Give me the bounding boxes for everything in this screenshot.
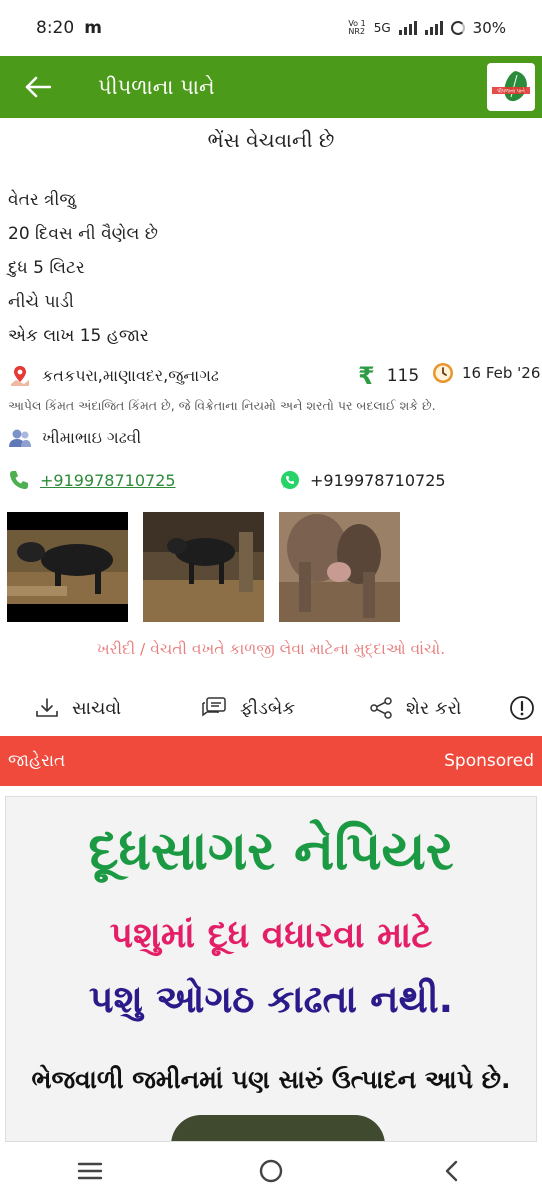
price-value: 115 [386, 366, 420, 386]
post-description: વેતર ત્રીજુ 20 દિવસ ની વૈણેલ છે દુધ 5 લિ… [8, 183, 158, 353]
ad-subline: પશુ ઓગઠ કાઢતા નથી. [88, 977, 454, 1021]
home-button[interactable] [241, 1142, 301, 1200]
buffalo-photo-2 [143, 512, 264, 622]
save-button[interactable]: સાચવો [34, 688, 121, 728]
ad-banner[interactable]: દૂધસાગર નેપિયર પશુમાં દૂધ વધારવા માટે પશ… [5, 796, 537, 1142]
phone-icon [10, 471, 28, 489]
description-line: વેતર ત્રીજુ [8, 190, 76, 210]
app-bar: પીપળાના પાને પીપળાના પાને [0, 56, 542, 118]
system-back-button[interactable] [422, 1142, 482, 1200]
rupee-icon: ₹ [358, 362, 375, 390]
leaf-logo-icon: પીપળાના પાને [489, 65, 533, 109]
photo-gallery [7, 512, 400, 622]
volte-indicator: Vo 1 NR2 [348, 19, 366, 36]
seller-row: ખીમાભાઇ ગઢવી [0, 424, 542, 452]
report-button[interactable] [509, 688, 535, 728]
photo-thumbnail[interactable] [143, 512, 264, 622]
status-time: 8:20 [36, 18, 75, 38]
alert-icon [510, 696, 534, 720]
status-bar: 8:20 m Vo 1 NR2 5G 30% [0, 0, 542, 56]
whatsapp-number: +919978710725 [310, 470, 446, 490]
arrow-left-icon [25, 76, 51, 98]
status-left: 8:20 m [36, 18, 102, 38]
location-text: કતકપરા,માણાવદર,જુનાગઢ [42, 366, 219, 385]
download-icon [36, 698, 58, 717]
share-icon [370, 697, 392, 719]
feedback-label: ફીડબેક [240, 697, 296, 719]
ad-plant-image [171, 1115, 385, 1141]
svg-text:પીપળાના પાને: પીપળાના પાને [497, 87, 525, 94]
post-date: 16 Feb '26 [432, 362, 540, 384]
signal-icon [398, 21, 417, 35]
ad-header: જાહેરાત Sponsored [0, 736, 542, 786]
clock-icon [433, 363, 453, 383]
ad-subline: પશુમાં દૂધ વધારવા માટે [109, 915, 433, 956]
phone-row: +919978710725 [0, 466, 542, 494]
description-line: નીચે પાડી [8, 292, 74, 312]
buffalo-photo-3 [279, 512, 400, 622]
menu-lines-icon [78, 1162, 103, 1180]
chevron-left-icon [445, 1160, 457, 1182]
back-button[interactable] [0, 56, 76, 118]
whatsapp-icon [281, 471, 299, 489]
recents-button[interactable] [60, 1142, 120, 1200]
whatsapp-contact[interactable]: +919978710725 [280, 466, 446, 494]
buffalo-photo-1 [7, 512, 128, 622]
phone-link[interactable]: +919978710725 [40, 471, 176, 490]
signal-icon-2 [424, 21, 443, 35]
post-title: ભેંસ વેચવાની છે [207, 128, 335, 152]
photo-thumbnail[interactable] [279, 512, 400, 622]
share-label: શેર કરો [406, 697, 462, 719]
ad-label: જાહેરાત [8, 751, 66, 771]
ad-subline: ભેજવાળી જમીનમાં પણ સારું ઉત્પાદન આપે છે. [31, 1065, 511, 1094]
feedback-icon [202, 697, 226, 717]
status-right: Vo 1 NR2 5G 30% [348, 19, 506, 37]
action-bar: સાચવો ફીડબેક શેર કરો [0, 688, 542, 728]
photo-thumbnail[interactable] [7, 512, 128, 622]
network-type: 5G [373, 21, 391, 35]
feedback-button[interactable]: ફીડબેક [200, 688, 295, 728]
system-nav-bar [0, 1142, 542, 1200]
ad-headline: દૂધસાગર નેપિયર [88, 819, 454, 882]
app-notification-icon: m [84, 18, 102, 38]
person-icon [9, 429, 31, 447]
app-title: પીપળાના પાને [98, 74, 215, 99]
share-button[interactable]: શેર કરો [368, 688, 461, 728]
seller-name: ખીમાભાઇ ગઢવી [42, 428, 142, 447]
price: ₹ 115 [358, 362, 419, 390]
description-line: 20 દિવસ ની વૈણેલ છે [8, 224, 158, 244]
save-label: સાચવો [72, 697, 122, 719]
app-logo[interactable]: પીપળાના પાને [487, 63, 535, 111]
home-circle-icon [259, 1159, 283, 1183]
price-disclaimer: આપેલ કિંમત અંદાજિત કિંમત છે, જે વિક્રેતા… [8, 398, 436, 413]
battery-percent: 30% [472, 19, 506, 37]
safety-tips-link[interactable]: ખરીદી / વેચતી વખતે કાળજી લેવા માટેના મુદ… [0, 640, 542, 659]
date-text: 16 Feb '26 [462, 364, 541, 382]
description-line: દુધ 5 લિટર [8, 258, 85, 278]
sponsored-label: Sponsored [444, 751, 534, 771]
map-pin-icon [11, 366, 29, 386]
description-line: એક લાખ 15 હજાર [8, 326, 149, 346]
battery-icon [450, 21, 465, 35]
